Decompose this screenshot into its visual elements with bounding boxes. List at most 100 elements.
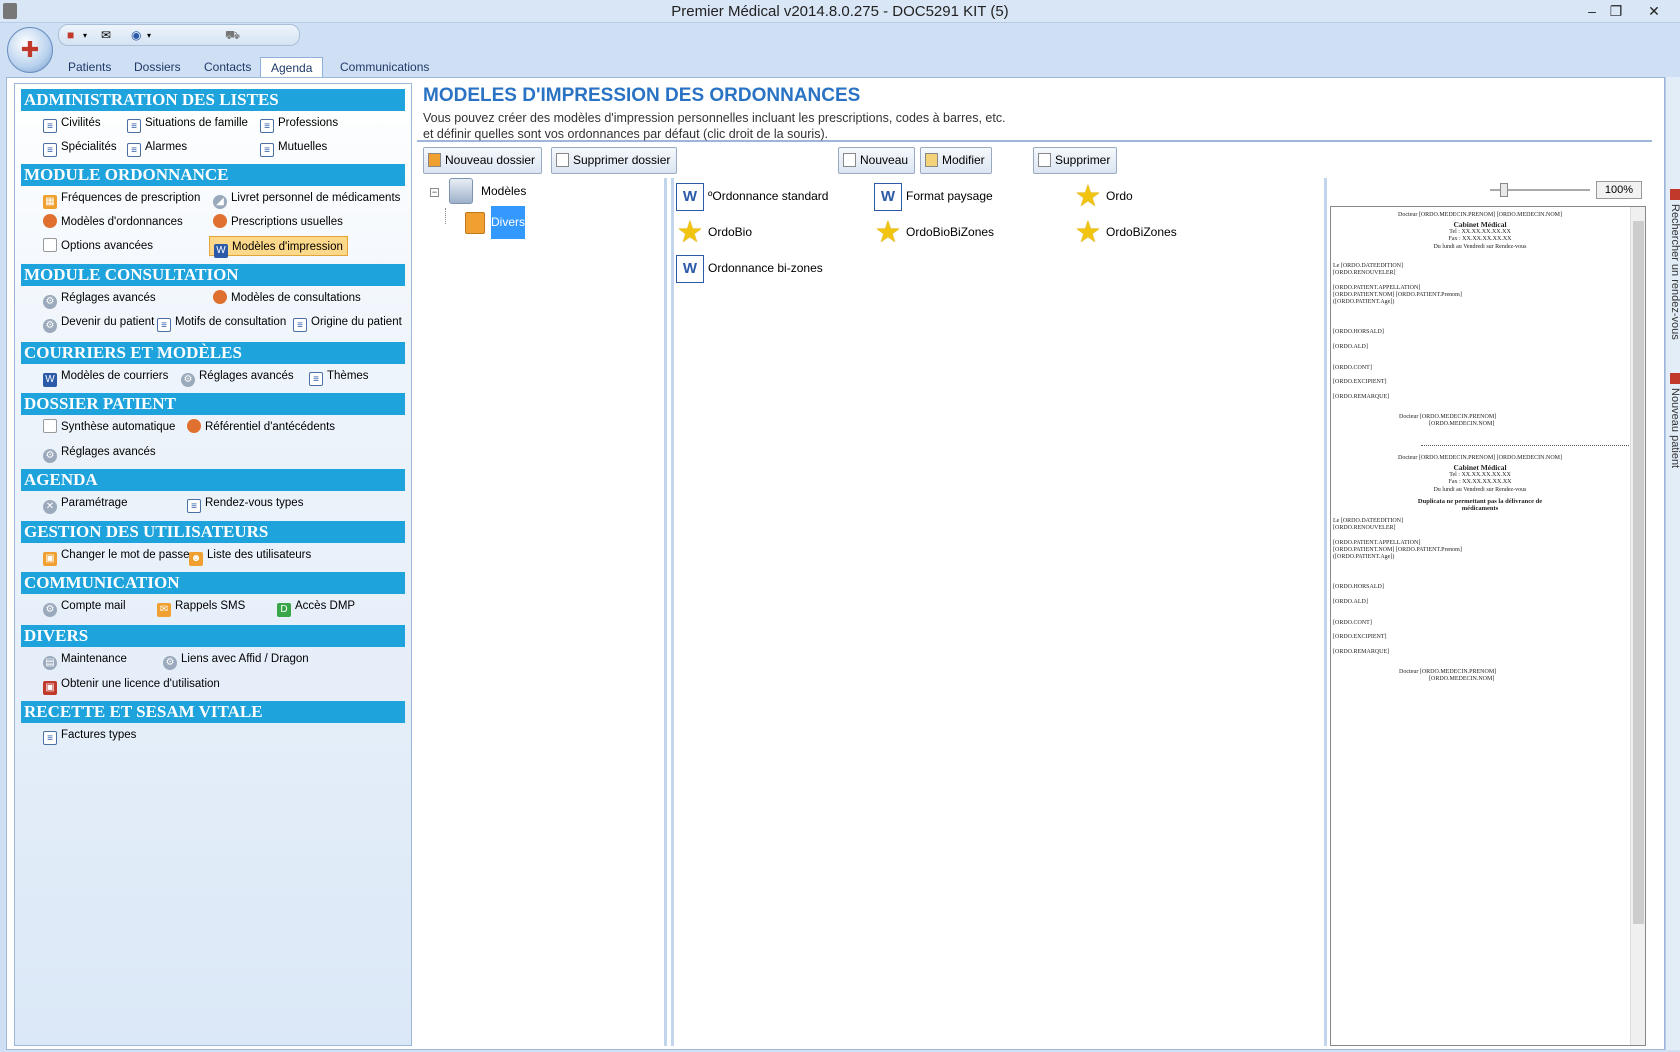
nav-factures-types[interactable]: ≡ Factures types — [43, 725, 136, 745]
computer-icon — [449, 178, 473, 204]
user-icon: ☻ — [189, 552, 203, 566]
tools-icon: ✕ — [43, 500, 57, 514]
close-button[interactable]: ✕ — [1640, 0, 1668, 22]
nav-situations-famille[interactable]: ≡ Situations de famille — [127, 113, 248, 133]
nav-options-avancees[interactable]: Options avancées — [43, 236, 153, 256]
nav-reglages-avances-courriers[interactable]: ⚙ Réglages avancés — [181, 366, 294, 387]
nav-synthese-automatique[interactable]: Synthèse automatique — [43, 417, 175, 437]
section-admin-title: ADMINISTRATION DES LISTES — [21, 89, 405, 111]
list-icon: ≡ — [260, 119, 274, 133]
section-communication-title: COMMUNICATION — [21, 572, 405, 594]
preview-scrollbar[interactable] — [1630, 207, 1645, 1045]
zoom-slider[interactable] — [1490, 183, 1590, 197]
nav-livret-medicaments[interactable]: ◢ Livret personnel de médicaments — [213, 188, 400, 209]
tab-dossiers[interactable]: Dossiers — [124, 57, 191, 78]
tab-communications[interactable]: Communications — [330, 57, 439, 78]
nav-reglages-avances-consultation[interactable]: ⚙ Réglages avancés — [43, 288, 156, 309]
side-tab-search-appointment[interactable]: Rechercher un rendez-vous — [1666, 189, 1680, 340]
nav-obtenir-licence[interactable]: ▣ Obtenir une licence d'utilisation — [43, 674, 220, 695]
dropdown-icon[interactable]: ▾ — [83, 31, 87, 40]
dmp-icon: D — [277, 603, 291, 617]
cart-icon[interactable]: ⛟ — [225, 28, 240, 44]
model-item[interactable]: ★ OrdoBioBiZones — [874, 215, 995, 249]
delete-icon — [1038, 153, 1051, 167]
gear-icon: ⚙ — [181, 373, 195, 387]
star-icon: ★ — [874, 215, 902, 249]
model-item[interactable]: W Format paysage — [874, 180, 993, 212]
section-dossier-title: DOSSIER PATIENT — [21, 393, 405, 415]
record-icon[interactable]: ■ — [67, 28, 74, 42]
nav-professions[interactable]: ≡ Professions — [260, 113, 338, 133]
nav-specialites[interactable]: ≡ Spécialités — [43, 137, 117, 157]
tab-contacts[interactable]: Contacts — [194, 57, 261, 78]
nav-parametrage[interactable]: ✕ Paramétrage — [43, 493, 127, 514]
tree-item-divers[interactable]: Divers — [491, 206, 525, 239]
section-courriers-title: COURRIERS ET MODÈLES — [21, 342, 405, 364]
delete-folder-button[interactable]: Supprimer dossier — [551, 147, 678, 174]
print-preview-panel: 100% Docteur [ORDO.MEDECIN.PRENOM] [ORDO… — [1330, 178, 1652, 1046]
pill-icon — [213, 214, 227, 228]
nav-liens-affid-dragon[interactable]: ⚙ Liens avec Affid / Dragon — [163, 649, 309, 670]
folder-icon — [465, 212, 485, 234]
model-item[interactable]: W Ordonnance bi-zones — [676, 252, 823, 284]
nav-liste-utilisateurs[interactable]: ☻ Liste des utilisateurs — [189, 545, 311, 566]
nav-modeles-courriers[interactable]: W Modèles de courriers — [43, 366, 168, 387]
section-users-title: GESTION DES UTILISATEURS — [21, 521, 405, 543]
section-recette-title: RECETTE ET SESAM VITALE — [21, 701, 405, 723]
model-item[interactable]: ★ OrdoBio — [676, 216, 752, 248]
nav-referentiel-antecedents[interactable]: Référentiel d'antécédents — [187, 417, 335, 437]
list-icon: ≡ — [127, 119, 141, 133]
book-icon: ◢ — [213, 195, 227, 209]
nav-origine-patient[interactable]: ≡ Origine du patient — [293, 312, 402, 332]
nav-civilites[interactable]: ≡ Civilités — [43, 113, 101, 133]
section-agenda-title: AGENDA — [21, 469, 405, 491]
lock-icon: ▣ — [43, 552, 57, 566]
star-icon: ★ — [676, 215, 704, 249]
model-item[interactable]: ★ OrdoBiZones — [1074, 216, 1177, 248]
dropdown-icon[interactable]: ▾ — [147, 31, 151, 40]
title-bar: Premier Médical v2014.8.0.275 - DOC5291 … — [0, 0, 1680, 23]
zoom-slider-thumb[interactable] — [1500, 183, 1508, 197]
list-icon: ≡ — [127, 143, 141, 157]
new-model-button[interactable]: Nouveau — [838, 147, 916, 174]
nav-alarmes[interactable]: ≡ Alarmes — [127, 137, 187, 157]
tab-patients[interactable]: Patients — [58, 57, 121, 78]
nav-frequences-prescription[interactable]: ▦ Fréquences de prescription — [43, 188, 200, 209]
license-icon: ▣ — [43, 681, 57, 695]
restore-button[interactable]: ❐ — [1602, 0, 1630, 22]
collapse-icon[interactable]: − — [430, 188, 439, 197]
nav-motifs-consultation[interactable]: ≡ Motifs de consultation — [157, 312, 286, 332]
nav-rappels-sms[interactable]: ✉ Rappels SMS — [157, 596, 245, 617]
nav-maintenance[interactable]: ▤ Maintenance — [43, 649, 127, 670]
nav-mutuelles[interactable]: ≡ Mutuelles — [260, 137, 327, 157]
new-folder-button[interactable]: Nouveau dossier — [423, 147, 543, 174]
mail-icon[interactable]: ✉ — [101, 28, 111, 42]
tree-root-label[interactable]: Modèles — [481, 184, 526, 198]
nav-devenir-patient[interactable]: ⚙ Devenir du patient — [43, 312, 154, 333]
list-icon: ≡ — [187, 499, 201, 513]
side-tab-new-patient[interactable]: Nouveau patient — [1666, 373, 1680, 468]
model-item[interactable]: WºOrdonnance standard — [676, 180, 828, 212]
nav-reglages-avances-dossier[interactable]: ⚙ Réglages avancés — [43, 442, 156, 463]
nav-rendez-vous-types[interactable]: ≡ Rendez-vous types — [187, 493, 303, 513]
nav-compte-mail[interactable]: ⚙ Compte mail — [43, 596, 126, 617]
globe-icon[interactable]: ◉ — [131, 28, 141, 42]
side-tabs-strip: Rechercher un rendez-vous Nouveau patien… — [1665, 77, 1680, 1050]
nav-acces-dmp[interactable]: D Accès DMP — [277, 596, 355, 617]
nav-modeles-ordonnances[interactable]: Modèles d'ordonnances — [43, 212, 183, 232]
calendar-icon — [1669, 189, 1680, 200]
zoom-level: 100% — [1596, 181, 1642, 199]
nav-modeles-consultations[interactable]: Modèles de consultations — [213, 288, 361, 308]
preview-scrollbar-thumb[interactable] — [1633, 221, 1644, 924]
star-icon: ★ — [1074, 179, 1102, 213]
nav-modeles-impression[interactable]: W Modèles d'impression — [209, 236, 348, 258]
mail-gear-icon: ⚙ — [43, 603, 57, 617]
nav-changer-mot-de-passe[interactable]: ▣ Changer le mot de passe — [43, 545, 190, 566]
delete-model-button[interactable]: Supprimer — [1033, 147, 1118, 174]
model-item[interactable]: ★ Ordo — [1074, 180, 1133, 212]
nav-themes[interactable]: ≡ Thèmes — [309, 366, 369, 386]
modify-model-button[interactable]: Modifier — [920, 147, 992, 174]
list-icon: ≡ — [43, 143, 57, 157]
nav-prescriptions-usuelles[interactable]: Prescriptions usuelles — [213, 212, 343, 232]
tab-agenda[interactable]: Agenda — [260, 57, 324, 78]
